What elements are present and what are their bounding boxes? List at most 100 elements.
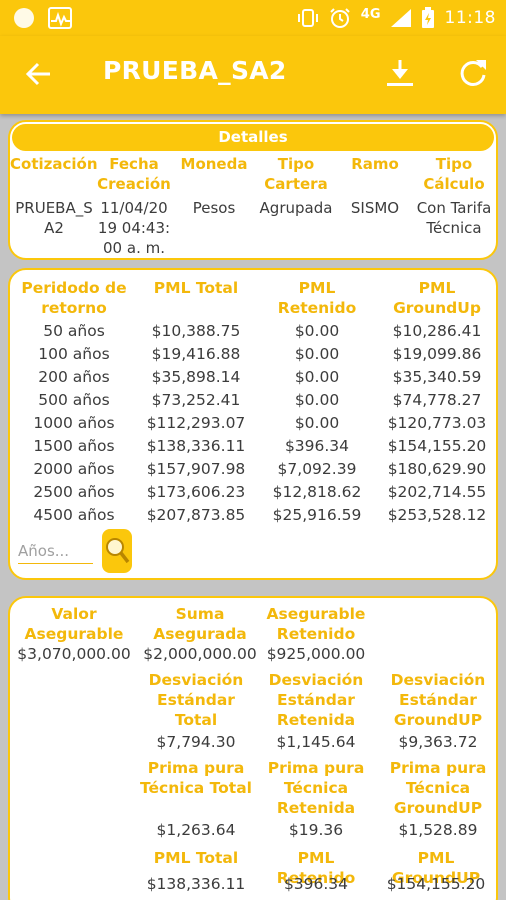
notification-dot-icon: [14, 8, 34, 28]
value-moneda: Pesos: [192, 199, 236, 217]
value-fecha-creacion: 11/04/2019 04:43:00 a. m.: [97, 199, 171, 257]
table-row: 200 años $35,898.14 $0.00 $35,340.59: [10, 368, 500, 391]
signal-icon: [390, 9, 411, 27]
label-prima-retenida: Prima pura Técnica Retenida: [267, 759, 365, 817]
table-row: 4500 años $207,873.85 $25,916.59 $253,528.1…: [10, 506, 500, 529]
label-valor-asegurable: Valor Asegurable: [24, 605, 124, 643]
table-row: 500 años $73,252.41 $0.00 $74,778.27: [10, 391, 500, 414]
value-desv-groundup: $9,363.72: [398, 733, 478, 751]
table-row: 50 años $10,388.75 $0.00 $10,286.41: [10, 322, 500, 345]
table-row: 2500 años $173,606.23 $12,818.62 $202,714.5…: [10, 483, 500, 506]
label-moneda: Moneda: [180, 155, 248, 173]
label-fecha-creacion: Fecha Creación: [97, 155, 171, 193]
app-bar: PRUEBA_SA2: [0, 36, 506, 114]
table-row: 2000 años $157,907.98 $7,092.39 $180,629.90: [10, 460, 500, 483]
cell-pml-retenido: $25,916.59: [272, 506, 362, 524]
status-bar: 4G 11:18: [0, 0, 506, 36]
battery-charging-icon: [421, 7, 434, 28]
network-type: 4G: [360, 6, 381, 22]
value-desv-total: $7,794.30: [156, 733, 236, 751]
clock: 11:18: [444, 8, 496, 28]
anos-search-input[interactable]: [18, 538, 93, 564]
value-prima-groundup: $1,528.89: [398, 821, 478, 839]
value-pml-retenido: $396.34: [283, 875, 349, 893]
search-button[interactable]: [102, 529, 132, 573]
cell-pml-retenido: $0.00: [294, 368, 340, 386]
value-ramo: SISMO: [350, 199, 400, 217]
cell-pml-retenido: $0.00: [294, 414, 340, 432]
cell-pml-total: $112,293.07: [146, 414, 246, 432]
value-desv-retenida: $1,145.64: [276, 733, 356, 751]
activity-monitor-icon: [48, 7, 72, 29]
value-tipo-cartera: Agrupada: [259, 199, 333, 217]
cell-pml-total: $173,606.23: [146, 483, 246, 501]
label-suma-asegurada: Suma Asegurada: [153, 605, 247, 643]
vibrate-icon: [297, 9, 318, 27]
cell-pml-groundup: $120,773.03: [387, 414, 487, 432]
value-tipo-calculo: Con Tarifa Técnica: [416, 199, 492, 237]
cell-pml-total: $138,336.11: [146, 437, 246, 455]
cell-periodo: 2000 años: [33, 460, 115, 478]
value-valor-asegurable: $3,070,000.00: [17, 645, 131, 663]
cell-pml-total: $10,388.75: [151, 322, 241, 340]
status-icons: 4G 11:18: [297, 0, 496, 36]
cell-periodo: 1500 años: [33, 437, 115, 455]
cell-pml-total: $157,907.98: [146, 460, 246, 478]
value-pml-total: $138,336.11: [146, 875, 246, 893]
detalles-header: Detalles: [12, 124, 494, 151]
label-desv-retenida: Desviación Estándar Retenida: [268, 671, 364, 729]
label-desv-total: Desviación Estándar Total: [148, 671, 244, 729]
cell-periodo: 500 años: [38, 391, 110, 409]
cell-periodo: 1000 años: [33, 414, 115, 432]
table-row: 1000 años $112,293.07 $0.00 $120,773.03: [10, 414, 500, 437]
arrow-back-icon[interactable]: [22, 57, 56, 91]
cell-pml-total: $35,898.14: [151, 368, 241, 386]
cell-periodo: 200 años: [38, 368, 110, 386]
header-pml-groundup: PML GroundUp: [393, 279, 481, 317]
cell-periodo: 100 años: [38, 345, 110, 363]
value-prima-retenida: $19.36: [288, 821, 344, 839]
refresh-icon[interactable]: [456, 56, 490, 90]
periodos-card: Peridodo de retorno PML Total PML Reteni…: [8, 268, 498, 580]
magnifier-icon: [106, 538, 130, 564]
value-asegurable-retenido: $925,000.00: [266, 645, 366, 663]
resumen-card: Valor Asegurable Suma Asegurada Asegurab…: [8, 596, 498, 900]
cell-pml-retenido: $12,818.62: [272, 483, 362, 501]
cell-pml-retenido: $7,092.39: [277, 460, 357, 478]
cell-pml-total: $19,416.88: [151, 345, 241, 363]
header-pml-total: PML Total: [153, 279, 239, 297]
label-asegurable-retenido: Asegurable Retenido: [266, 605, 366, 643]
value-cotizacion: PRUEBA_SA2: [15, 199, 93, 237]
label-tipo-cartera: Tipo Cartera: [264, 155, 328, 193]
detalles-card: Detalles Cotización Fecha Creación Moned…: [8, 120, 498, 260]
cell-pml-groundup: $180,629.90: [387, 460, 487, 478]
cell-pml-groundup: $74,778.27: [392, 391, 482, 409]
cell-pml-groundup: $154,155.20: [387, 437, 487, 455]
cell-periodo: 4500 años: [33, 506, 115, 524]
cell-pml-total: $73,252.41: [151, 391, 241, 409]
cell-pml-groundup: $19,099.86: [392, 345, 482, 363]
label-pml-total: PML Total: [153, 849, 239, 867]
cell-pml-groundup: $253,528.12: [387, 506, 487, 524]
cell-periodo: 50 años: [43, 322, 105, 340]
label-cotizacion: Cotización: [10, 155, 98, 173]
header-pml-retenido: PML Retenido: [277, 279, 357, 317]
cell-pml-retenido: $0.00: [294, 322, 340, 340]
label-ramo: Ramo: [351, 155, 399, 173]
cell-pml-groundup: $202,714.55: [387, 483, 487, 501]
label-desv-groundup: Desviación Estándar GroundUP: [390, 671, 486, 729]
cell-pml-retenido: $0.00: [294, 345, 340, 363]
label-tipo-calculo: Tipo Cálculo: [423, 155, 485, 193]
label-prima-total: Prima pura Técnica Total: [140, 759, 252, 797]
table-row: 1500 años $138,336.11 $396.34 $154,155.20: [10, 437, 500, 460]
cell-pml-retenido: $0.00: [294, 391, 340, 409]
cell-pml-retenido: $396.34: [284, 437, 350, 455]
value-suma-asegurada: $2,000,000.00: [143, 645, 257, 663]
cell-pml-total: $207,873.85: [146, 506, 246, 524]
value-pml-groundup: $154,155.20: [386, 875, 486, 893]
download-icon[interactable]: [383, 56, 417, 90]
cell-periodo: 2500 años: [33, 483, 115, 501]
page-title: PRUEBA_SA2: [103, 56, 287, 85]
alarm-icon: [330, 8, 350, 28]
table-row: 100 años $19,416.88 $0.00 $19,099.86: [10, 345, 500, 368]
